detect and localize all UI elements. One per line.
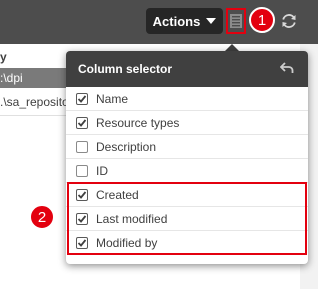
row-divider (0, 115, 72, 116)
checkbox[interactable] (76, 212, 88, 225)
column-item-id[interactable]: ID (66, 159, 308, 183)
checkbox[interactable] (76, 140, 88, 153)
column-item-label: Description (96, 139, 157, 154)
checkbox[interactable] (76, 92, 88, 105)
column-item-label: ID (96, 163, 108, 178)
actions-button[interactable]: Actions (146, 8, 223, 34)
checkbox[interactable] (76, 164, 88, 177)
popover-header: Column selector (66, 51, 308, 87)
column-item-last-modified[interactable]: Last modified (66, 207, 308, 231)
column-list: Name Resource types Description ID Creat… (66, 87, 308, 255)
checkmark-icon (77, 94, 87, 103)
column-item-modified-by[interactable]: Modified by (66, 231, 308, 255)
table-header-fragment: y (0, 50, 7, 64)
caret-down-icon (206, 18, 217, 24)
popover-arrow (225, 44, 239, 51)
column-selector-popover: Column selector Name Resource types Desc… (66, 51, 308, 264)
refresh-icon[interactable] (280, 12, 298, 30)
column-item-resource-types[interactable]: Resource types (66, 111, 308, 135)
checkmark-icon (77, 239, 87, 247)
column-item-name[interactable]: Name (66, 87, 308, 111)
callout-badge-1: 1 (249, 7, 275, 33)
back-arrow-icon[interactable] (280, 62, 294, 74)
checkmark-icon (77, 214, 87, 223)
actions-label: Actions (152, 13, 201, 29)
column-item-label: Name (96, 91, 129, 106)
checkmark-icon (77, 190, 87, 199)
column-item-created[interactable]: Created (66, 183, 308, 207)
popover-title: Column selector (78, 62, 173, 76)
checkbox[interactable] (76, 116, 88, 129)
column-item-label: Created (96, 187, 139, 202)
column-selector-button[interactable] (226, 8, 246, 34)
checkbox[interactable] (76, 237, 88, 249)
top-toolbar: Actions 1 (0, 0, 318, 44)
column-item-description[interactable]: Description (66, 135, 308, 159)
column-item-label: Modified by (96, 236, 158, 250)
checkbox[interactable] (76, 188, 88, 201)
column-selector-icon (230, 14, 242, 28)
callout-badge-2: 2 (29, 204, 55, 230)
table-row[interactable]: .\sa_reposito (0, 95, 69, 109)
column-item-label: Last modified (96, 211, 168, 226)
table-row-selected[interactable]: :\dpi (0, 68, 72, 88)
column-item-label: Resource types (96, 115, 180, 130)
checkmark-icon (77, 118, 87, 127)
